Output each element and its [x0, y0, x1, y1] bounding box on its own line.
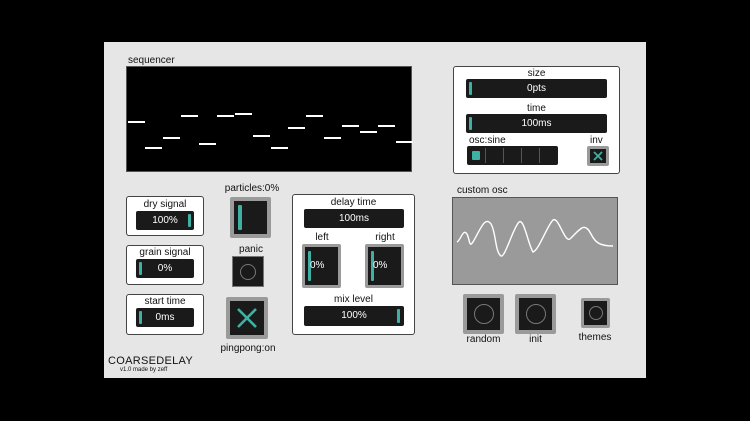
- close-icon: [237, 308, 257, 328]
- time-label: time: [527, 103, 546, 114]
- time-value: 100ms: [521, 118, 552, 129]
- dry-signal-handle[interactable]: [188, 214, 191, 227]
- themes-button[interactable]: [581, 298, 610, 328]
- init-label: init: [529, 334, 542, 345]
- size-slider-handle[interactable]: [469, 82, 472, 95]
- right-slider[interactable]: 0%: [365, 244, 404, 288]
- random-label: random: [466, 334, 501, 345]
- delay-time-label: delay time: [330, 197, 377, 208]
- plugin-panel: sequencer size 0pts time 100ms osc:sine …: [104, 42, 646, 378]
- left-value: 0%: [310, 260, 325, 271]
- themes-label: themes: [578, 332, 612, 343]
- sequencer-step[interactable]: [306, 115, 324, 117]
- brand-name: COARSEDELAY: [108, 355, 194, 367]
- custom-osc-label: custom osc: [457, 185, 508, 196]
- circle-icon: [589, 306, 603, 320]
- sequencer-display[interactable]: [126, 66, 413, 172]
- sequencer-step[interactable]: [216, 115, 234, 117]
- size-slider[interactable]: 0pts: [466, 79, 607, 98]
- panic-button[interactable]: [232, 256, 264, 287]
- dry-signal-value: 100%: [152, 215, 178, 226]
- particles-label: particles:0%: [224, 183, 280, 194]
- sequencer-step[interactable]: [359, 131, 377, 133]
- custom-osc-waveform: [456, 219, 614, 257]
- pingpong-toggle[interactable]: [226, 297, 268, 339]
- start-time-slider[interactable]: 0ms: [136, 308, 194, 327]
- size-label: size: [527, 68, 546, 79]
- size-value: 0pts: [527, 83, 546, 94]
- start-time-handle[interactable]: [139, 311, 142, 324]
- sequencer-step[interactable]: [199, 143, 216, 145]
- mix-level-label: mix level: [334, 294, 373, 305]
- sequencer-step[interactable]: [270, 147, 288, 149]
- grain-signal-value: 0%: [157, 263, 173, 274]
- right-value: 0%: [373, 260, 388, 271]
- custom-osc-display[interactable]: [452, 197, 618, 285]
- sequencer-label: sequencer: [128, 55, 175, 66]
- right-label: right: [375, 232, 395, 243]
- sequencer-step[interactable]: [127, 121, 145, 123]
- panic-label: panic: [239, 244, 263, 255]
- osc-selected-indicator: [472, 151, 480, 160]
- sequencer-step[interactable]: [395, 141, 413, 143]
- sequencer-step[interactable]: [342, 125, 359, 127]
- inv-toggle[interactable]: [587, 146, 609, 166]
- close-icon: [593, 151, 603, 161]
- sequencer-step[interactable]: [377, 125, 395, 127]
- grain-signal-slider[interactable]: 0%: [136, 259, 194, 278]
- sequencer-step[interactable]: [288, 127, 306, 129]
- sequencer-step[interactable]: [252, 135, 270, 137]
- brand-byline: v1.0 made by zeff: [120, 367, 168, 373]
- sequencer-step[interactable]: [163, 137, 181, 139]
- inv-label: inv: [590, 135, 603, 146]
- grain-signal-handle[interactable]: [139, 262, 142, 275]
- sequencer-step[interactable]: [234, 113, 252, 115]
- time-slider-handle[interactable]: [469, 117, 472, 130]
- left-slider[interactable]: 0%: [302, 244, 341, 288]
- grain-signal-label: grain signal: [139, 247, 191, 258]
- pingpong-label: pingpong:on: [220, 343, 276, 354]
- dry-signal-slider[interactable]: 100%: [136, 211, 194, 230]
- sequencer-step[interactable]: [324, 137, 342, 139]
- circle-icon: [240, 264, 256, 280]
- random-button[interactable]: [463, 294, 504, 334]
- start-time-label: start time: [144, 296, 186, 307]
- particles-handle[interactable]: [238, 205, 242, 230]
- circle-icon: [474, 304, 494, 324]
- init-button[interactable]: [515, 294, 556, 334]
- particles-slider[interactable]: [230, 197, 271, 238]
- left-label: left: [315, 232, 329, 243]
- osc-waveform-selector[interactable]: [467, 146, 558, 165]
- mix-level-handle[interactable]: [397, 309, 400, 323]
- sequencer-step[interactable]: [181, 115, 199, 117]
- sequencer-step[interactable]: [145, 147, 163, 149]
- mix-level-slider[interactable]: 100%: [304, 306, 404, 326]
- delay-time-value: 100ms: [338, 213, 369, 224]
- mix-level-value: 100%: [341, 310, 367, 321]
- delay-time-slider[interactable]: 100ms: [304, 209, 404, 228]
- time-slider[interactable]: 100ms: [466, 114, 607, 133]
- start-time-value: 0ms: [155, 312, 175, 323]
- dry-signal-label: dry signal: [143, 199, 187, 210]
- circle-icon: [526, 304, 546, 324]
- osc-label: osc:sine: [469, 135, 506, 146]
